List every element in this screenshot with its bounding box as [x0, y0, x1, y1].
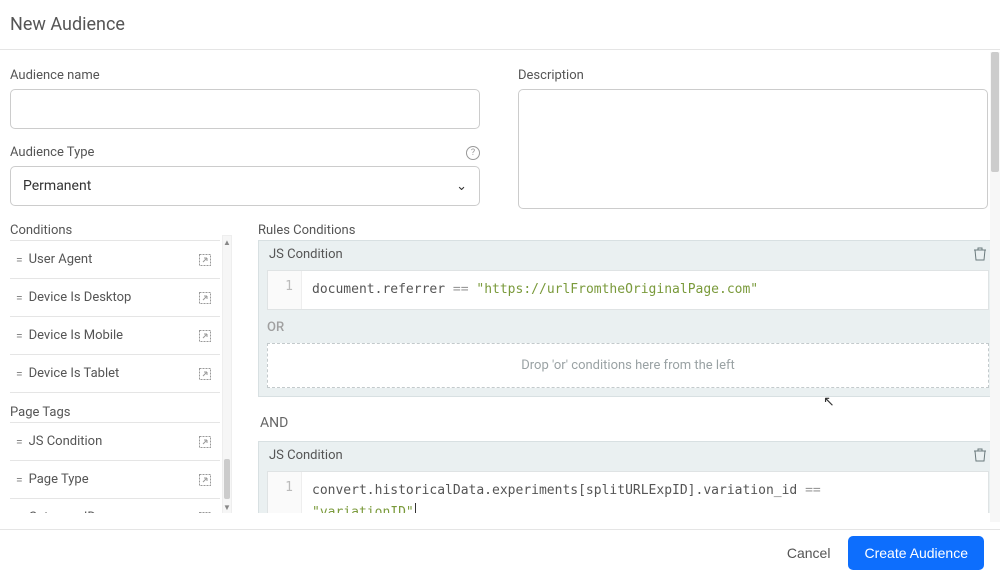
- or-drop-zone[interactable]: Drop 'or' conditions here from the left: [267, 343, 989, 388]
- chevron-down-icon: ⌄: [456, 179, 467, 194]
- popout-icon[interactable]: [198, 473, 212, 487]
- popout-icon[interactable]: [198, 329, 212, 343]
- trash-icon[interactable]: [973, 246, 987, 262]
- condition-label: Device Is Tablet: [29, 366, 190, 381]
- condition-label: User Agent: [29, 252, 190, 267]
- audience-type-label-text: Audience Type: [10, 145, 94, 160]
- page-header: New Audience: [0, 0, 1000, 50]
- condition-device-mobile[interactable]: = Device Is Mobile: [10, 317, 220, 355]
- popout-icon[interactable]: [198, 253, 212, 267]
- drag-handle-icon: =: [16, 473, 21, 487]
- description-input[interactable]: [518, 89, 988, 209]
- and-label: AND: [258, 409, 998, 441]
- condition-label: JS Condition: [29, 434, 190, 449]
- rule-block-title: JS Condition: [269, 448, 973, 463]
- popout-icon[interactable]: [198, 367, 212, 381]
- trash-icon[interactable]: [973, 447, 987, 463]
- scroll-track[interactable]: [223, 249, 231, 501]
- cancel-button[interactable]: Cancel: [787, 545, 831, 561]
- conditions-area: Conditions = User Agent = Device Is Desk…: [0, 213, 1000, 513]
- code-editor-2[interactable]: 1 convert.historicalData.experiments[spl…: [267, 471, 989, 513]
- description-label: Description: [518, 68, 988, 83]
- footer: Cancel Create Audience: [0, 529, 1000, 575]
- rule-block-1: JS Condition 1 document.referrer == "htt…: [258, 240, 998, 397]
- popout-icon[interactable]: [198, 291, 212, 305]
- condition-js-condition[interactable]: = JS Condition: [10, 423, 220, 461]
- drag-handle-icon: =: [16, 435, 21, 449]
- condition-label: Page Type: [29, 472, 190, 487]
- form-area: Audience name Audience Type ? Permanent …: [0, 50, 1000, 213]
- condition-page-type[interactable]: = Page Type: [10, 461, 220, 499]
- drag-handle-icon: =: [16, 291, 21, 305]
- page-tags-title: Page Tags: [10, 405, 220, 420]
- scroll-up-icon[interactable]: ▲: [223, 236, 231, 249]
- audience-name-input[interactable]: [10, 89, 480, 129]
- condition-device-desktop[interactable]: = Device Is Desktop: [10, 279, 220, 317]
- condition-label: Device Is Mobile: [29, 328, 190, 343]
- popout-icon[interactable]: [198, 435, 212, 449]
- rules-area: Rules Conditions JS Condition 1 document…: [258, 223, 998, 513]
- audience-type-value: Permanent: [23, 178, 91, 194]
- rules-title: Rules Conditions: [258, 223, 998, 238]
- page-scrollbar[interactable]: [990, 52, 1000, 522]
- drag-handle-icon: =: [16, 367, 21, 381]
- conditions-title: Conditions: [10, 223, 220, 238]
- condition-device-tablet[interactable]: = Device Is Tablet: [10, 355, 220, 393]
- code-text[interactable]: document.referrer == "https://urlFromthe…: [302, 271, 988, 309]
- code-editor-1[interactable]: 1 document.referrer == "https://urlFromt…: [267, 270, 989, 310]
- audience-type-label: Audience Type ?: [10, 145, 480, 160]
- rule-block-title: JS Condition: [269, 247, 973, 262]
- rule-block-2: JS Condition 1 convert.historicalData.ex…: [258, 441, 998, 513]
- audience-name-label: Audience name: [10, 68, 480, 83]
- page-title: New Audience: [10, 14, 990, 35]
- scroll-thumb[interactable]: [224, 459, 230, 499]
- scroll-down-icon[interactable]: ▼: [223, 501, 231, 513]
- line-number: 1: [268, 271, 302, 309]
- conditions-sidebar: Conditions = User Agent = Device Is Desk…: [10, 223, 232, 513]
- line-number: 1: [268, 472, 302, 513]
- scroll-thumb[interactable]: [991, 52, 999, 172]
- condition-user-agent[interactable]: = User Agent: [10, 241, 220, 279]
- create-audience-button[interactable]: Create Audience: [848, 536, 984, 570]
- help-icon[interactable]: ?: [466, 146, 480, 160]
- popout-icon[interactable]: [198, 511, 212, 514]
- drag-handle-icon: =: [16, 253, 21, 267]
- code-text[interactable]: convert.historicalData.experiments[split…: [302, 472, 988, 513]
- conditions-list-1: = User Agent = Device Is Desktop = Devic…: [10, 240, 220, 393]
- condition-category-id[interactable]: = Category ID: [10, 499, 220, 513]
- or-label: OR: [267, 320, 284, 335]
- drag-handle-icon: =: [16, 329, 21, 343]
- condition-label: Category ID: [29, 510, 190, 513]
- condition-label: Device Is Desktop: [29, 290, 190, 305]
- audience-type-select[interactable]: Permanent ⌄: [10, 166, 480, 206]
- sidebar-scrollbar[interactable]: ▲ ▼: [222, 235, 232, 513]
- conditions-list-2: = JS Condition = Page Type = Category ID: [10, 422, 220, 513]
- drag-handle-icon: =: [16, 511, 21, 514]
